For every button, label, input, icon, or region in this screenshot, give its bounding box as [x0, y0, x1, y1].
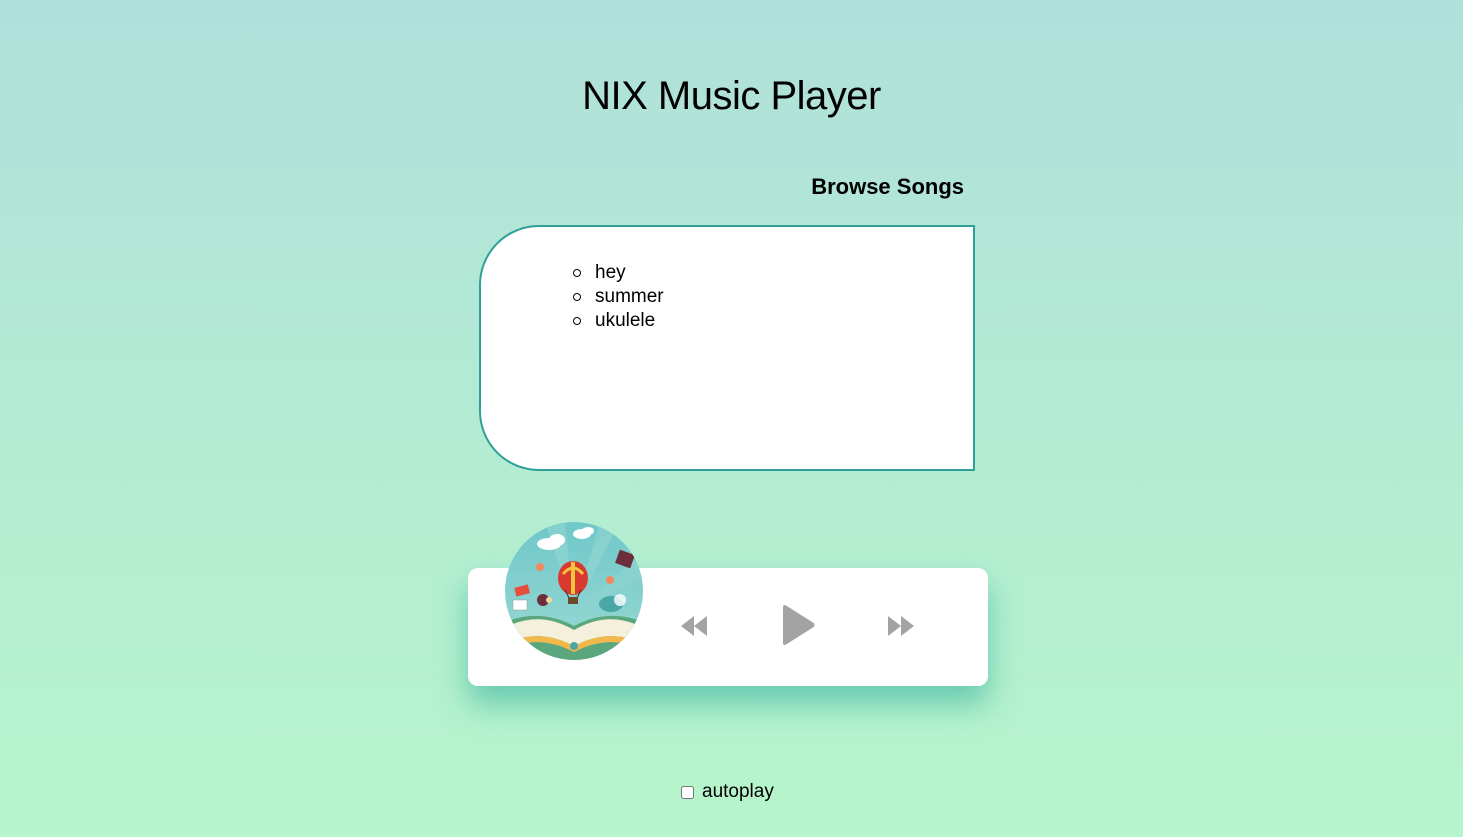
autoplay-checkbox[interactable]: [681, 785, 694, 799]
circle-bullet-icon: [573, 293, 581, 301]
song-list-panel: hey summer ukulele: [479, 225, 975, 471]
album-art: [505, 522, 643, 660]
circle-bullet-icon: [573, 269, 581, 277]
play-button[interactable]: [780, 604, 816, 646]
autoplay-toggle[interactable]: autoplay: [681, 780, 774, 804]
song-title: hey: [595, 262, 626, 283]
autoplay-label: autoplay: [702, 781, 774, 802]
page-title: NIX Music Player: [582, 74, 881, 118]
song-item-hey[interactable]: hey: [573, 261, 664, 285]
album-art-image: [505, 522, 643, 660]
browse-songs-heading: Browse Songs: [811, 174, 964, 199]
song-item-ukulele[interactable]: ukulele: [573, 309, 664, 333]
fast-forward-icon: [888, 616, 914, 636]
circle-bullet-icon: [573, 317, 581, 325]
fast-forward-button[interactable]: [886, 614, 916, 638]
play-icon: [783, 605, 815, 645]
rewind-icon: [681, 616, 707, 636]
song-item-summer[interactable]: summer: [573, 285, 664, 309]
song-title: ukulele: [595, 310, 656, 331]
song-title: summer: [595, 286, 664, 307]
song-list: hey summer ukulele: [573, 261, 664, 333]
rewind-button[interactable]: [679, 614, 709, 638]
